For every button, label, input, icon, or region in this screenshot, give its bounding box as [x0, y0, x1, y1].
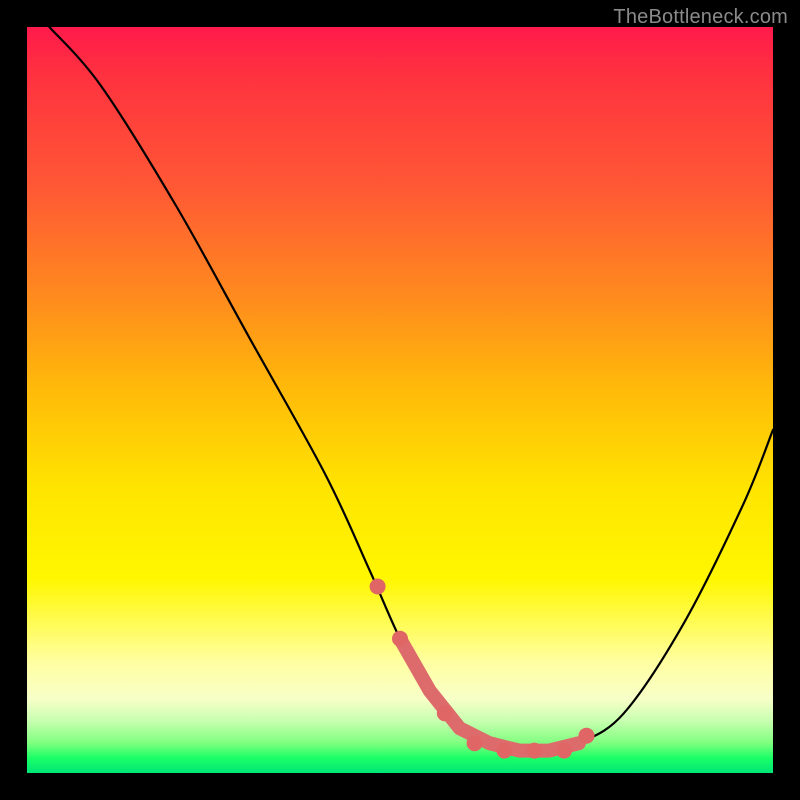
- optimal-dot: [579, 728, 595, 744]
- optimal-dot: [496, 743, 512, 759]
- optimal-dot: [392, 631, 408, 647]
- watermark-text: TheBottleneck.com: [613, 6, 788, 29]
- chart-svg: [27, 27, 773, 773]
- bottleneck-curve: [49, 27, 773, 752]
- optimal-dot: [556, 743, 572, 759]
- optimal-range-dots: [370, 579, 595, 759]
- optimal-range-line: [400, 639, 579, 751]
- optimal-dot: [370, 579, 386, 595]
- optimal-dot: [467, 735, 483, 751]
- chart-frame: TheBottleneck.com: [0, 0, 800, 800]
- optimal-dot: [526, 743, 542, 759]
- optimal-dot: [437, 705, 453, 721]
